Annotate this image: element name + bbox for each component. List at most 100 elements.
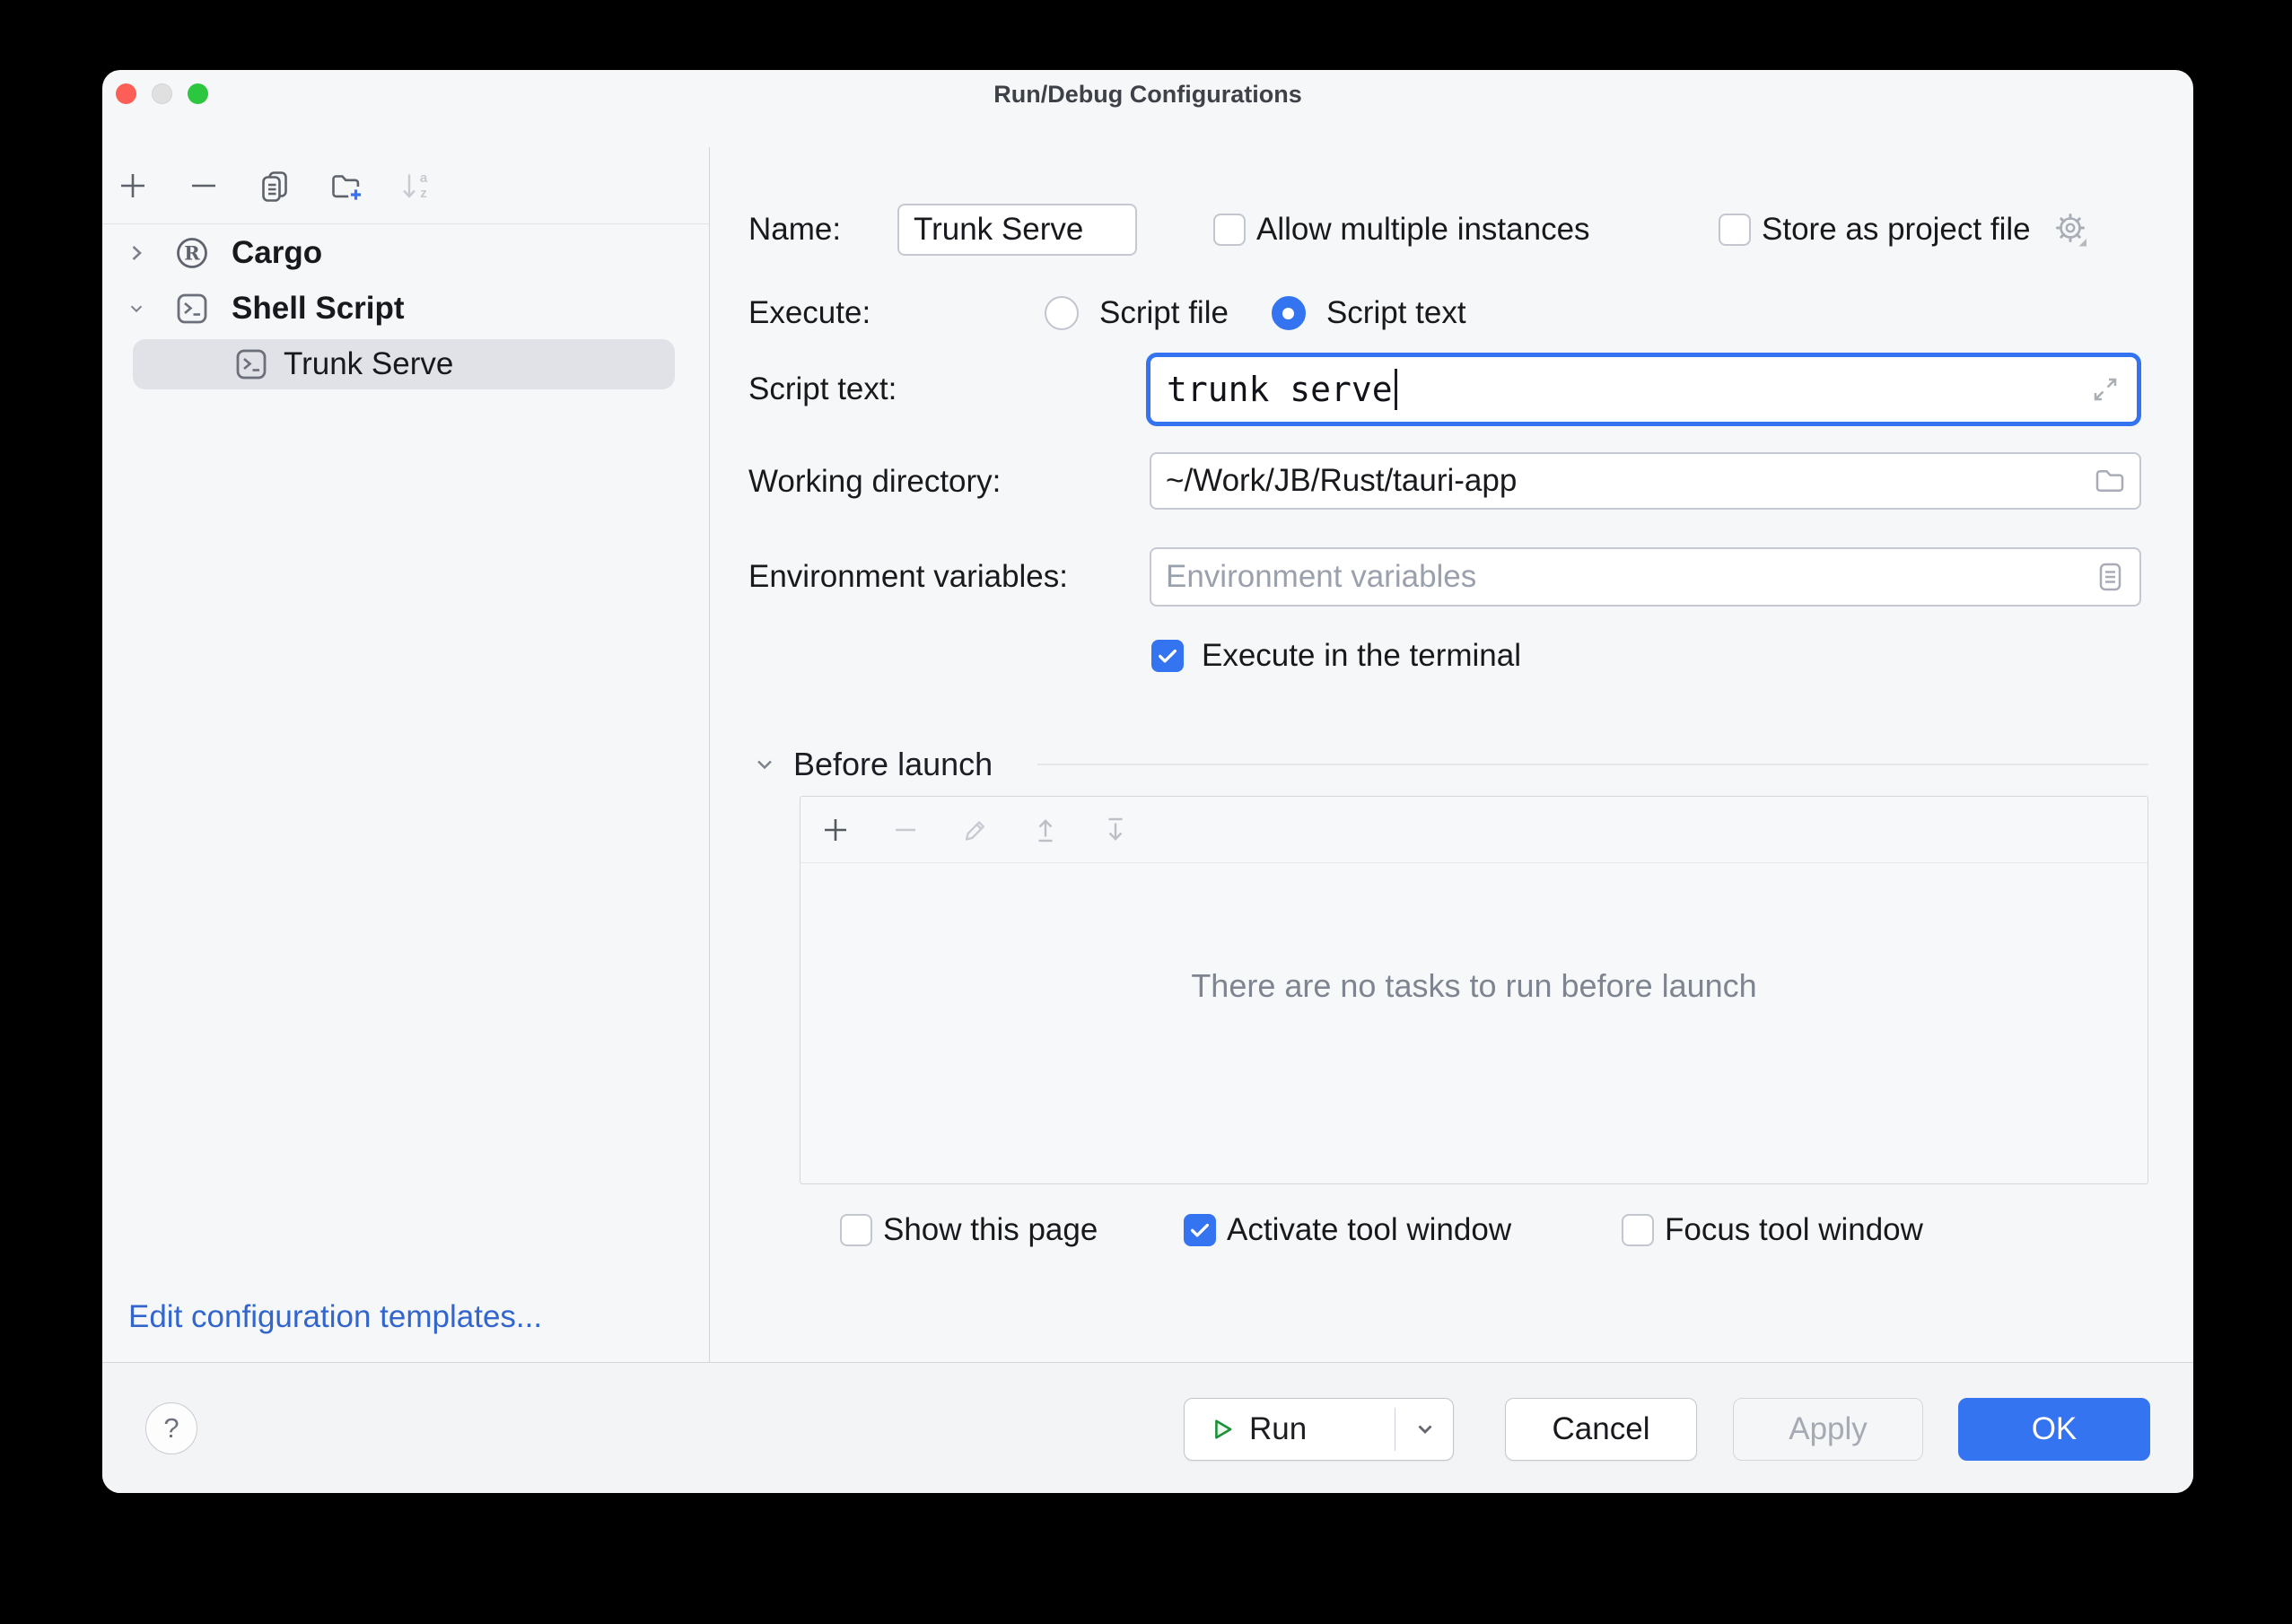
- execute-in-terminal-checkbox[interactable]: Execute in the terminal: [1151, 636, 1521, 676]
- edit-pencil-icon: [958, 812, 993, 848]
- before-launch-toolbar: [800, 797, 2148, 863]
- move-task-up-button[interactable]: [1028, 812, 1063, 848]
- radio-label: Script text: [1326, 295, 1466, 331]
- focus-tool-window-checkbox[interactable]: Focus tool window: [1622, 1210, 1923, 1250]
- name-input[interactable]: [897, 204, 1137, 256]
- environment-variables-input[interactable]: [1150, 547, 2141, 607]
- edit-configuration-templates-link[interactable]: Edit configuration templates...: [128, 1299, 542, 1335]
- sort-configurations-button[interactable]: a z: [398, 168, 434, 204]
- check-icon: [1186, 1217, 1213, 1244]
- store-options-button[interactable]: [2051, 209, 2092, 250]
- checkbox-box[interactable]: [1151, 640, 1184, 672]
- help-button[interactable]: ?: [145, 1402, 197, 1454]
- copy-configuration-button[interactable]: [257, 168, 293, 204]
- name-label: Name:: [748, 210, 841, 249]
- rust-icon: R: [172, 233, 212, 273]
- edit-variables-button[interactable]: [2091, 558, 2129, 596]
- list-icon: [2091, 558, 2129, 596]
- tree-item-label: Shell Script: [232, 291, 405, 327]
- checkbox-box[interactable]: [1719, 214, 1751, 246]
- configurations-tree: R Cargo S: [102, 225, 709, 392]
- checkbox-box[interactable]: [840, 1214, 872, 1246]
- ok-button-label: OK: [2032, 1411, 2078, 1447]
- check-icon: [1154, 642, 1181, 669]
- terminal-icon: [172, 289, 212, 328]
- tree-item-label: Trunk Serve: [284, 346, 453, 382]
- move-down-icon: [1098, 812, 1133, 848]
- script-file-radio[interactable]: [1045, 296, 1079, 330]
- script-text-label: Script text:: [748, 370, 897, 409]
- run-button[interactable]: Run: [1184, 1398, 1454, 1461]
- before-launch-header[interactable]: Before launch: [756, 743, 993, 786]
- sort-alpha-icon: a z: [398, 168, 434, 204]
- before-launch-empty-message: There are no tasks to run before launch: [800, 967, 2148, 1005]
- text-caret: [1395, 369, 1397, 410]
- sidebar-toolbar: a z: [102, 147, 709, 224]
- dialog-footer: ? Run Cancel Apply OK: [102, 1362, 2193, 1493]
- move-task-down-button[interactable]: [1098, 812, 1133, 848]
- chevron-down-icon[interactable]: [130, 302, 143, 315]
- show-this-page-checkbox[interactable]: Show this page: [840, 1210, 1098, 1250]
- svg-text:a: a: [420, 170, 428, 186]
- script-text-input[interactable]: trunk serve: [1146, 353, 2141, 426]
- apply-button[interactable]: Apply: [1733, 1398, 1923, 1461]
- window-title: Run/Debug Configurations: [102, 81, 2193, 109]
- sidebar: a z R Cargo: [102, 147, 710, 1362]
- tree-item-label: Cargo: [232, 235, 322, 271]
- checkbox-box[interactable]: [1184, 1214, 1216, 1246]
- section-divider: [1037, 764, 2148, 765]
- terminal-icon: [232, 345, 271, 384]
- move-up-icon: [1028, 812, 1063, 848]
- cancel-button-label: Cancel: [1553, 1411, 1650, 1447]
- expand-field-button[interactable]: [2086, 371, 2124, 408]
- remove-icon: [888, 812, 923, 848]
- help-icon: ?: [163, 1412, 179, 1445]
- new-folder-button[interactable]: [328, 168, 363, 204]
- play-icon: [1212, 1417, 1235, 1442]
- remove-icon: [186, 168, 222, 204]
- script-text-radio[interactable]: [1272, 296, 1306, 330]
- add-task-button[interactable]: [818, 812, 853, 848]
- radio-label: Script file: [1099, 295, 1229, 331]
- checkbox-label: Execute in the terminal: [1202, 638, 1521, 674]
- screen: Run/Debug Configurations: [0, 0, 2292, 1624]
- environment-variables-field: [1150, 547, 2141, 607]
- activate-tool-window-checkbox[interactable]: Activate tool window: [1184, 1210, 1511, 1250]
- remove-configuration-button[interactable]: [186, 168, 222, 204]
- cancel-button[interactable]: Cancel: [1505, 1398, 1697, 1461]
- copy-icon: [257, 168, 293, 204]
- checkbox-box[interactable]: [1622, 1214, 1654, 1246]
- remove-task-button[interactable]: [888, 812, 923, 848]
- run-debug-configurations-dialog: Run/Debug Configurations: [102, 70, 2193, 1493]
- checkbox-label: Store as project file: [1762, 212, 2031, 248]
- new-folder-icon: [328, 168, 363, 204]
- working-directory-field: [1150, 452, 2141, 510]
- add-icon: [818, 812, 853, 848]
- ok-button[interactable]: OK: [1958, 1398, 2150, 1461]
- svg-text:z: z: [420, 186, 427, 201]
- working-directory-input[interactable]: [1150, 452, 2141, 510]
- execute-radio-group: Script file Script text: [1045, 293, 1466, 333]
- expand-icon: [2086, 371, 2124, 408]
- add-configuration-button[interactable]: [115, 168, 151, 204]
- tree-item-cargo[interactable]: R Cargo: [102, 225, 709, 281]
- store-as-project-file-checkbox[interactable]: Store as project file: [1719, 210, 2092, 249]
- titlebar: Run/Debug Configurations: [102, 70, 2193, 147]
- script-text-value: trunk serve: [1167, 370, 1393, 409]
- execute-label: Execute:: [748, 293, 870, 333]
- chevron-right-icon[interactable]: [130, 244, 143, 262]
- checkbox-label: Focus tool window: [1665, 1212, 1923, 1248]
- run-button-label: Run: [1249, 1411, 1307, 1447]
- allow-multiple-instances-checkbox[interactable]: Allow multiple instances: [1213, 210, 1590, 249]
- before-launch-panel: There are no tasks to run before launch: [800, 796, 2148, 1184]
- configuration-form: Name: Allow multiple instances Store as …: [710, 147, 2193, 1362]
- run-options-button[interactable]: [1413, 1418, 1437, 1441]
- browse-folder-button[interactable]: [2091, 462, 2129, 500]
- edit-task-button[interactable]: [958, 812, 993, 848]
- chevron-down-icon: [756, 757, 774, 772]
- tree-item-trunk-serve[interactable]: Trunk Serve: [133, 339, 675, 389]
- checkbox-box[interactable]: [1213, 214, 1246, 246]
- checkbox-label: Activate tool window: [1227, 1212, 1511, 1248]
- chevron-down-icon: [1413, 1418, 1437, 1441]
- tree-item-shell-script[interactable]: Shell Script: [102, 281, 709, 336]
